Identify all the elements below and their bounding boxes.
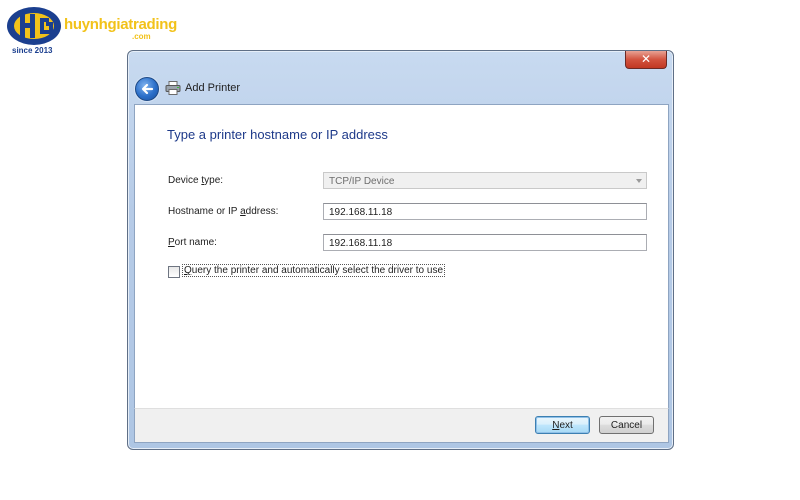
device-type-label: Device type:	[168, 175, 223, 186]
printer-icon	[165, 81, 181, 95]
port-name-label-accel: P	[168, 237, 175, 248]
wizard-footer: Next Cancel	[134, 408, 669, 443]
query-printer-label-text: uery the printer and automatically selec…	[191, 265, 444, 276]
back-button[interactable]	[135, 77, 159, 101]
device-type-label-rest: ype:	[204, 175, 224, 186]
device-type-label-text: Device	[168, 175, 202, 186]
chevron-down-icon	[636, 179, 642, 183]
brand-domain: .com	[132, 32, 151, 41]
brand-name: huynhgiatrading	[64, 16, 177, 33]
hostname-label-text: Hostname or IP	[168, 206, 241, 217]
port-name-input[interactable]: 192.168.11.18	[323, 234, 647, 251]
brand-since: since 2013	[12, 46, 53, 55]
query-printer-checkbox[interactable]	[168, 266, 180, 278]
query-printer-label-accel: Q	[184, 265, 192, 276]
hostname-input[interactable]: 192.168.11.18	[323, 203, 647, 220]
next-button-label: ext	[559, 420, 573, 431]
port-name-label-rest: ort name:	[174, 237, 217, 248]
port-name-value: 192.168.11.18	[329, 238, 393, 249]
device-type-select[interactable]: TCP/IP Device	[323, 172, 647, 189]
cancel-button[interactable]: Cancel	[599, 416, 654, 434]
page-heading: Type a printer hostname or IP address	[167, 127, 388, 142]
close-button[interactable]: ✕	[625, 51, 667, 69]
hostname-label: Hostname or IP address:	[168, 206, 278, 217]
device-type-value: TCP/IP Device	[329, 176, 395, 187]
wizard-navbar: Add Printer	[128, 75, 673, 105]
window-title: Add Printer	[185, 82, 241, 94]
back-arrow-icon	[141, 83, 154, 95]
hostname-label-rest: ddress:	[245, 206, 279, 217]
wizard-content: Type a printer hostname or IP address De…	[134, 104, 669, 409]
close-icon: ✕	[640, 52, 652, 66]
add-printer-window: ✕ Add Printer Type a printer hostname or…	[127, 50, 674, 450]
port-name-label: Port name:	[168, 237, 217, 248]
query-printer-label[interactable]: Query the printer and automatically sele…	[182, 264, 446, 277]
brand-logo-icon	[7, 7, 61, 45]
hostname-value: 192.168.11.18	[329, 207, 393, 218]
next-button[interactable]: Next	[535, 416, 590, 434]
